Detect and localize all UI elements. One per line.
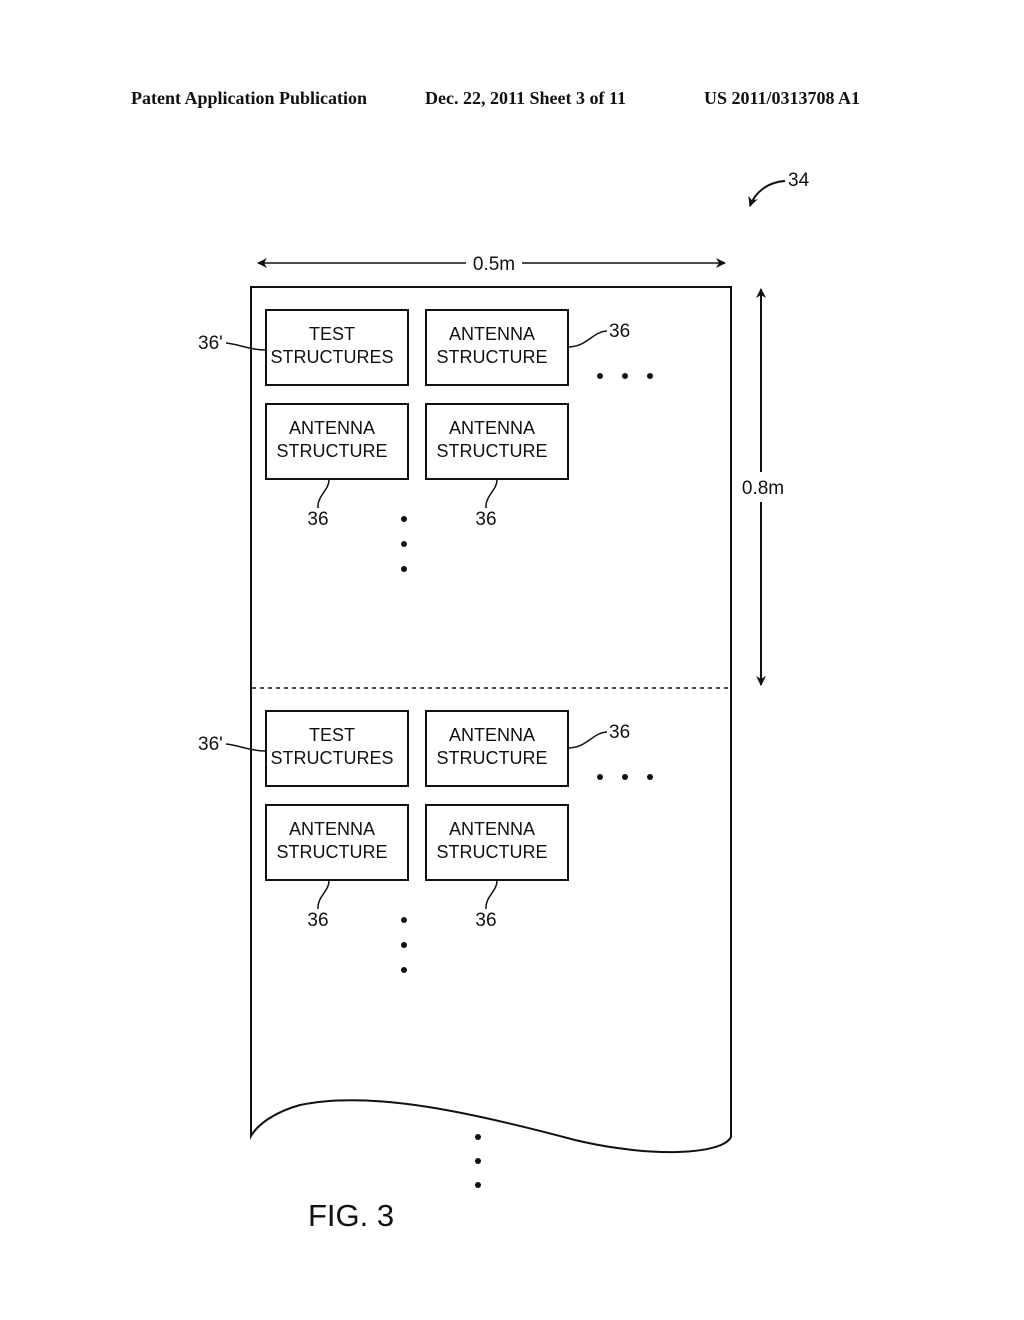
horizontal-ellipsis <box>597 774 653 780</box>
section-2: TEST STRUCTURES ANTENNA STRUCTURE ANTENNA STR… <box>198 710 653 973</box>
box-label-line1: ANTENNA <box>289 418 375 438</box>
structure-box: ANTENNA STRUCTURE <box>425 403 569 480</box>
sheet-outline <box>250 286 732 1154</box>
box-label-line2: STRUCTURE <box>437 441 548 461</box>
leader-line <box>317 479 330 509</box>
box-label-line2: STRUCTURE <box>277 842 388 862</box>
figure-3-diagram: 34 0.5m 0.8m TEST STRUCTURES ANTENNA STRUCT… <box>198 170 810 1233</box>
box-label-line1: ANTENNA <box>449 819 535 839</box>
leader-line <box>225 743 266 752</box>
leader-line <box>568 731 608 749</box>
box-label-line1: TEST <box>309 324 355 344</box>
vertical-ellipsis <box>401 917 407 973</box>
curved-arrow-icon <box>748 180 786 207</box>
ref-label: 36 <box>609 722 630 743</box>
box-label-line2: STRUCTURES <box>270 347 393 367</box>
height-dimension: 0.8m <box>742 288 784 686</box>
ref-34-callout: 34 <box>748 170 810 207</box>
horizontal-ellipsis <box>597 373 653 379</box>
ref-label: 36 <box>609 321 630 342</box>
box-label-line1: TEST <box>309 725 355 745</box>
vertical-ellipsis <box>401 516 407 572</box>
height-label: 0.8m <box>742 478 784 499</box>
structure-box: TEST STRUCTURES <box>265 710 409 787</box>
ref-label: 36 <box>307 509 328 530</box>
box-label-line2: STRUCTURE <box>437 748 548 768</box>
width-label: 0.5m <box>473 254 515 275</box>
figure-caption: FIG. 3 <box>308 1198 394 1233</box>
structure-box: ANTENNA STRUCTURE <box>425 710 569 787</box>
section-1: TEST STRUCTURES ANTENNA STRUCTURE ANTENNA STR… <box>198 309 653 572</box>
leader-line <box>485 880 498 910</box>
structure-box: ANTENNA STRUCTURE <box>425 309 569 386</box>
ref-label: 36' <box>198 734 223 755</box>
leader-line <box>225 342 266 351</box>
structure-box: ANTENNA STRUCTURE <box>265 804 409 881</box>
leader-line <box>317 880 330 910</box>
box-label-line1: ANTENNA <box>289 819 375 839</box>
ref-label: 36 <box>307 910 328 931</box>
box-label-line1: ANTENNA <box>449 418 535 438</box>
box-label-line2: STRUCTURES <box>270 748 393 768</box>
structure-box: TEST STRUCTURES <box>265 309 409 386</box>
structure-box: ANTENNA STRUCTURE <box>265 403 409 480</box>
box-label-line1: ANTENNA <box>449 725 535 745</box>
box-label-line2: STRUCTURE <box>277 441 388 461</box>
ref-34-label: 34 <box>788 170 810 191</box>
box-label-line2: STRUCTURE <box>437 347 548 367</box>
leader-line <box>568 330 608 348</box>
structure-box: ANTENNA STRUCTURE <box>425 804 569 881</box>
width-dimension: 0.5m <box>257 254 726 275</box>
continuation-dots <box>475 1134 481 1188</box>
ref-label: 36 <box>475 910 496 931</box>
leader-line <box>485 479 498 509</box>
ref-label: 36' <box>198 333 223 354</box>
box-label-line1: ANTENNA <box>449 324 535 344</box>
box-label-line2: STRUCTURE <box>437 842 548 862</box>
ref-label: 36 <box>475 509 496 530</box>
